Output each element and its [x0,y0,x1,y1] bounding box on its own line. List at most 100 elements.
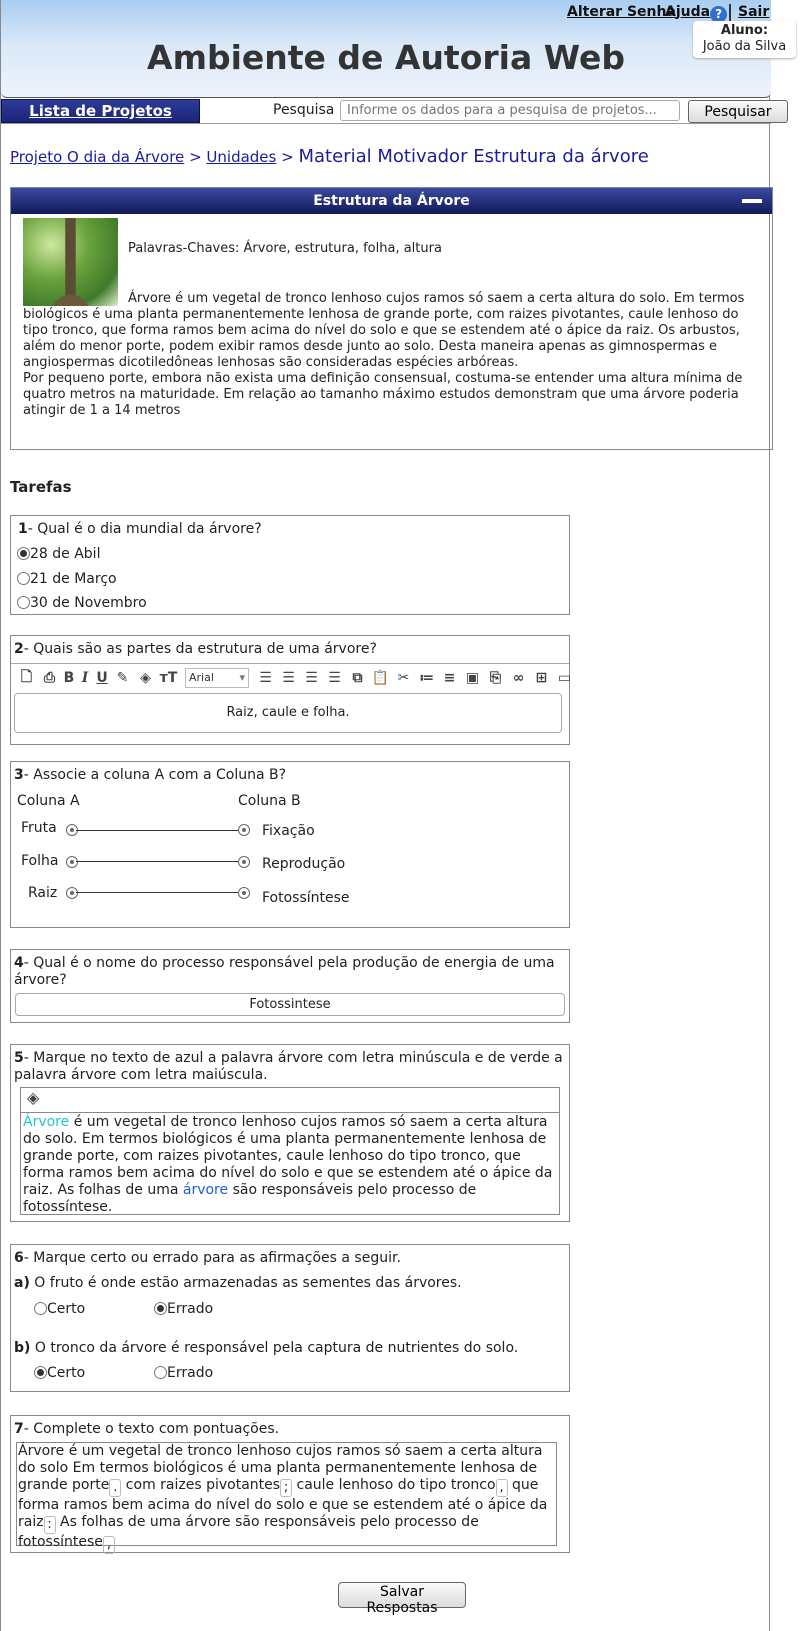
task-question: 2- Quais são as partes da estrutura de u… [14,641,377,657]
task-text: - Qual é o dia mundial da árvore? [27,521,262,537]
divider [1,123,771,124]
print-icon[interactable]: ⎙ [39,668,60,688]
breadcrumb-units-link[interactable]: Unidades [206,148,276,166]
align-right-icon[interactable]: ☰ [301,668,322,688]
numbered-list-icon[interactable]: ≡ [439,668,460,688]
option-label: Certo [47,1301,86,1317]
fill-color-icon[interactable]: ◈ [135,668,156,688]
task-text: - Complete o texto com pontuações. [23,1421,280,1437]
link-icon[interactable]: ∞ [508,668,529,688]
breadcrumb-separator: > [281,148,294,166]
attach-icon[interactable]: ⎘ [485,668,506,688]
statement-label: b) [14,1340,31,1356]
font-select[interactable]: Arial [185,668,249,688]
match-point[interactable] [66,887,78,899]
app-title: Ambiente de Autoria Web [147,38,625,77]
punctuation-field[interactable]: , [495,1479,508,1497]
answer-field[interactable]: Fotossintese [15,993,565,1016]
punctuation-text: Árvore é um vegetal de tronco lenhoso cu… [16,1442,557,1554]
bullet-list-icon[interactable]: ≔ [416,668,437,688]
bold-icon[interactable]: B [62,668,76,688]
option-label: Certo [47,1365,86,1381]
highlighted-word: árvore [182,1182,229,1198]
match-point[interactable] [66,856,78,868]
radio-option[interactable]: 21 de Março [17,571,117,587]
change-password-link[interactable]: Alterar Senha [567,4,676,20]
task-question: 4- Qual é o nome do processo responsável… [14,955,566,989]
breadcrumb-current: Material Motivador Estrutura da árvore [298,146,649,167]
task-6: 6- Marque certo ou errado para as afirma… [10,1244,570,1392]
radio-option[interactable]: Certo [34,1365,85,1381]
radio-option[interactable]: Errado [154,1365,213,1381]
italic-icon[interactable]: I [78,668,92,688]
option-label: 21 de Março [30,571,117,587]
highlight-text[interactable]: Árvore é um vegetal de tronco lenhoso cu… [21,1113,559,1217]
fill-color-icon[interactable]: ◈ [27,1088,39,1107]
cut-icon[interactable]: ✂ [393,668,414,688]
font-size-icon[interactable]: ᴛT [158,668,179,688]
task-text: - Quais são as partes da estrutura de um… [23,641,377,657]
option-label: 30 de Novembro [30,595,147,611]
radio-button[interactable] [17,547,30,560]
align-justify-icon[interactable]: ☰ [255,668,276,688]
radio-option[interactable]: 28 de Abil [17,546,100,562]
task-question: 5- Marque no texto de azul a palavra árv… [14,1050,566,1084]
media-icon[interactable]: ▭ [554,668,575,688]
save-answers-button[interactable]: Salvar Respostas [338,1582,466,1616]
breadcrumb-separator: > [189,148,202,166]
copy-icon[interactable]: ⧉ [347,668,368,688]
match-point[interactable] [238,824,250,836]
task-number: 1 [18,521,28,537]
statement-a: a) O fruto é onde estão armazenadas as s… [14,1275,462,1291]
radio-button[interactable] [34,1366,47,1379]
text-color-icon[interactable]: ✎ [112,668,133,688]
radio-button[interactable] [154,1302,167,1315]
search-input[interactable] [340,100,680,121]
punctuation-field[interactable]: , [102,1536,115,1554]
task-question: 7- Complete o texto com pontuações. [14,1421,279,1437]
radio-option[interactable]: 30 de Novembro [17,595,147,611]
projects-list-tab[interactable]: Lista de Projetos [1,99,200,123]
underline-icon[interactable]: U [94,668,110,688]
user-role: Aluno: [720,23,769,38]
radio-option[interactable]: Certo [34,1301,85,1317]
radio-button[interactable] [17,596,30,609]
breadcrumb-project-link[interactable]: Projeto O dia da Árvore [10,148,184,166]
user-name: João da Silva [702,39,787,54]
statement-text: O fruto é onde estão armazenadas as seme… [29,1275,462,1291]
text-segment: caule lenhoso do tipo tronco [292,1477,496,1493]
material-text: Árvore é um vegetal de tronco lenhoso cu… [23,291,763,419]
punctuation-field[interactable]: : [43,1516,56,1534]
match-point[interactable] [238,856,250,868]
punctuation-field[interactable]: ; [280,1479,293,1497]
radio-button[interactable] [154,1366,167,1379]
match-right-item: Reprodução [262,856,346,872]
option-label: 28 de Abil [30,546,101,562]
new-document-icon[interactable]: 🗋 [16,668,37,688]
punctuation-field[interactable]: . [109,1479,122,1497]
image-icon[interactable]: ▣ [462,668,483,688]
table-icon[interactable]: ⊞ [531,668,552,688]
paste-icon[interactable]: 📋 [370,668,391,688]
breadcrumb: Projeto O dia da Árvore > Unidades > Mat… [10,146,649,167]
material-title: Estrutura da Árvore [313,193,470,209]
text-segment: com raizes pivotantes [121,1477,281,1493]
radio-option[interactable]: Errado [154,1301,213,1317]
task-text: - Qual é o nome do processo responsável … [14,955,555,988]
match-point[interactable] [238,887,250,899]
app-header: Ambiente de Autoria Web Alterar Senha Aj… [1,0,796,98]
search-button[interactable]: Pesquisar [688,100,788,123]
answer-field[interactable]: Raiz, caule e folha. [14,693,562,733]
match-left-item: Folha [21,853,59,869]
align-left-icon[interactable]: ☰ [278,668,299,688]
divider [11,663,569,664]
radio-button[interactable] [17,572,30,585]
task-number: 5 [14,1050,24,1066]
align-center-icon[interactable]: ☰ [324,668,345,688]
task-number: 6 [14,1250,24,1266]
collapse-icon[interactable] [742,199,762,203]
material-paragraph: Por pequeno porte, embora não exista uma… [23,371,743,418]
logout-label: Sair [738,4,770,20]
radio-button[interactable] [34,1302,47,1315]
task-number: 4 [14,955,24,971]
